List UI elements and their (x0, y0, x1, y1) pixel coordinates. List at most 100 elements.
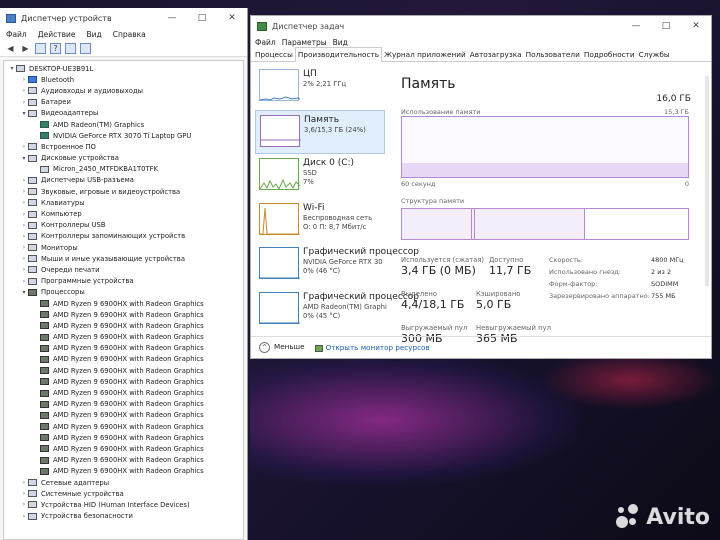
tree-category[interactable]: › Системные устройства (4, 488, 243, 499)
chevron-right-icon[interactable]: › (20, 99, 28, 106)
perf-item-gpu[interactable]: Графический процессор AMD Radeon(TM) Grap… (255, 288, 419, 333)
tree-category[interactable]: › Клавиатуры (4, 197, 243, 208)
tree-category[interactable]: › Батареи (4, 97, 243, 108)
back-arrow-icon[interactable]: ◀ (5, 43, 16, 54)
menu-help[interactable]: Справка (113, 30, 146, 39)
tab-6[interactable]: Службы (637, 48, 672, 61)
tree-device[interactable]: Micron_2450_MTFDKBA1T0TFK (4, 164, 243, 175)
perf-item-mem[interactable]: Память 3,6/15,3 ГБ (24%) (255, 109, 385, 154)
tab-5[interactable]: Подробности (582, 48, 637, 61)
maximize-button[interactable]: □ (651, 21, 681, 31)
menu-view[interactable]: Вид (333, 38, 348, 47)
chevron-right-icon[interactable]: › (20, 479, 28, 486)
tree-category[interactable]: › Диспетчеры USB-разъема (4, 175, 243, 186)
tree-category[interactable]: › Контроллеры USB (4, 220, 243, 231)
chevron-down-icon[interactable]: ▾ (8, 65, 16, 72)
chevron-right-icon[interactable]: › (20, 244, 28, 251)
chevron-right-icon[interactable]: › (20, 278, 28, 285)
chevron-right-icon[interactable]: › (20, 188, 28, 195)
tab-0[interactable]: Процессы (253, 48, 295, 61)
chevron-right-icon[interactable]: › (20, 87, 28, 94)
chevron-right-icon[interactable]: › (20, 211, 28, 218)
tree-category[interactable]: › Мыши и иные указывающие устройства (4, 253, 243, 264)
help-icon[interactable]: ? (50, 43, 61, 54)
close-button[interactable]: ✕ (217, 13, 247, 23)
tree-category[interactable]: › Очереди печати (4, 264, 243, 275)
tree-device[interactable]: AMD Ryzen 9 6900HX with Radeon Graphics (4, 343, 243, 354)
details-icon[interactable] (65, 43, 76, 54)
tab-4[interactable]: Пользователи (524, 48, 582, 61)
chevron-right-icon[interactable]: › (20, 513, 28, 520)
menu-file[interactable]: Файл (255, 38, 276, 47)
chevron-right-icon[interactable]: › (20, 76, 28, 83)
tree-device[interactable]: AMD Ryzen 9 6900HX with Radeon Graphics (4, 455, 243, 466)
scrollbar[interactable] (705, 76, 709, 286)
tree-category[interactable]: › Сетевые адаптеры (4, 477, 243, 488)
tree-category[interactable]: › Устройства HID (Human Interface Devices… (4, 499, 243, 510)
tree-category[interactable]: › Аудиовходы и аудиовыходы (4, 85, 243, 96)
tree-device[interactable]: AMD Ryzen 9 6900HX with Radeon Graphics (4, 365, 243, 376)
chevron-down-icon[interactable]: ▾ (20, 289, 28, 296)
minimize-button[interactable]: — (621, 21, 651, 31)
close-button[interactable]: ✕ (681, 21, 711, 31)
tree-category[interactable]: ▾ Процессоры (4, 287, 243, 298)
perf-item-wifi[interactable]: Wi-Fi Беспроводная сеть О: 0 П: 8,7 Мбит/с (255, 199, 385, 244)
tree-device[interactable]: AMD Ryzen 9 6900HX with Radeon Graphics (4, 399, 243, 410)
tree-device[interactable]: AMD Ryzen 9 6900HX with Radeon Graphics (4, 410, 243, 421)
menu-file[interactable]: Файл (6, 30, 27, 39)
perf-item-cpu[interactable]: ЦП 2% 2,21 ГГц (255, 65, 385, 110)
monitor-icon[interactable] (80, 43, 91, 54)
tree-device[interactable]: AMD Ryzen 9 6900HX with Radeon Graphics (4, 298, 243, 309)
tree-device[interactable]: AMD Ryzen 9 6900HX with Radeon Graphics (4, 432, 243, 443)
tree-device[interactable]: AMD Ryzen 9 6900HX with Radeon Graphics (4, 376, 243, 387)
tree-root[interactable]: ▾ DESKTOP-UE3B91L (4, 63, 243, 74)
tree-category[interactable]: ▾ Видеоадаптеры (4, 108, 243, 119)
forward-arrow-icon[interactable]: ▶ (20, 43, 31, 54)
tree-device[interactable]: AMD Ryzen 9 6900HX with Radeon Graphics (4, 309, 243, 320)
tree-category[interactable]: › Звуковые, игровые и видеоустройства (4, 186, 243, 197)
menu-options[interactable]: Параметры (282, 38, 327, 47)
chevron-right-icon[interactable]: › (20, 177, 28, 184)
tree-category[interactable]: › Устройства безопасности (4, 511, 243, 522)
tree-device[interactable]: AMD Ryzen 9 6900HX with Radeon Graphics (4, 466, 243, 477)
memory-stat: Используется (сжатая) 3,4 ГБ (0 МБ) (401, 256, 484, 277)
tree-category[interactable]: › Bluetooth (4, 74, 243, 85)
minimize-button[interactable]: — (157, 13, 187, 23)
tree-device[interactable]: NVIDIA GeForce RTX 3070 Ti Laptop GPU (4, 130, 243, 141)
perf-item-gpu[interactable]: Графический процессор NVIDIA GeForce RTX … (255, 243, 419, 288)
chevron-right-icon[interactable]: › (20, 233, 28, 240)
tab-1[interactable]: Производительность (294, 47, 383, 62)
tree-device[interactable]: AMD Ryzen 9 6900HX with Radeon Graphics (4, 320, 243, 331)
maximize-button[interactable]: □ (187, 13, 217, 23)
fewer-details-button[interactable]: ^ Меньше (259, 342, 305, 353)
chevron-right-icon[interactable]: › (20, 266, 28, 273)
resource-monitor-link[interactable]: Открыть монитор ресурсов (314, 343, 430, 352)
tree-category[interactable]: › Контроллеры запоминающих устройств (4, 231, 243, 242)
chevron-right-icon[interactable]: › (20, 501, 28, 508)
tree-category[interactable]: › Программные устройства (4, 276, 243, 287)
tree-category[interactable]: › Компьютер (4, 208, 243, 219)
chevron-right-icon[interactable]: › (20, 199, 28, 206)
tree-device[interactable]: AMD Ryzen 9 6900HX with Radeon Graphics (4, 354, 243, 365)
tree-category[interactable]: › Мониторы (4, 242, 243, 253)
perf-item-disk[interactable]: Диск 0 (C:) SSD 7% (255, 154, 385, 199)
chevron-right-icon[interactable]: › (20, 255, 28, 262)
tab-2[interactable]: Журнал приложений (382, 48, 468, 61)
chevron-right-icon[interactable]: › (20, 143, 28, 150)
tree-device[interactable]: AMD Ryzen 9 6900HX with Radeon Graphics (4, 387, 243, 398)
chevron-down-icon[interactable]: ▾ (20, 110, 28, 117)
menu-action[interactable]: Действие (38, 30, 76, 39)
tree-device[interactable]: AMD Ryzen 9 6900HX with Radeon Graphics (4, 443, 243, 454)
chevron-right-icon[interactable]: › (20, 490, 28, 497)
tree-device[interactable]: AMD Radeon(TM) Graphics (4, 119, 243, 130)
menu-view[interactable]: Вид (86, 30, 101, 39)
tree-device[interactable]: AMD Ryzen 9 6900HX with Radeon Graphics (4, 332, 243, 343)
tree-device[interactable]: AMD Ryzen 9 6900HX with Radeon Graphics (4, 421, 243, 432)
tab-3[interactable]: Автозагрузка (468, 48, 524, 61)
tree-category[interactable]: › Встроенное ПО (4, 141, 243, 152)
chevron-down-icon[interactable]: ▾ (20, 155, 28, 162)
tree-category[interactable]: ▾ Дисковые устройства (4, 153, 243, 164)
properties-icon[interactable] (35, 43, 46, 54)
tree-item-label: Батареи (41, 98, 71, 107)
chevron-right-icon[interactable]: › (20, 222, 28, 229)
